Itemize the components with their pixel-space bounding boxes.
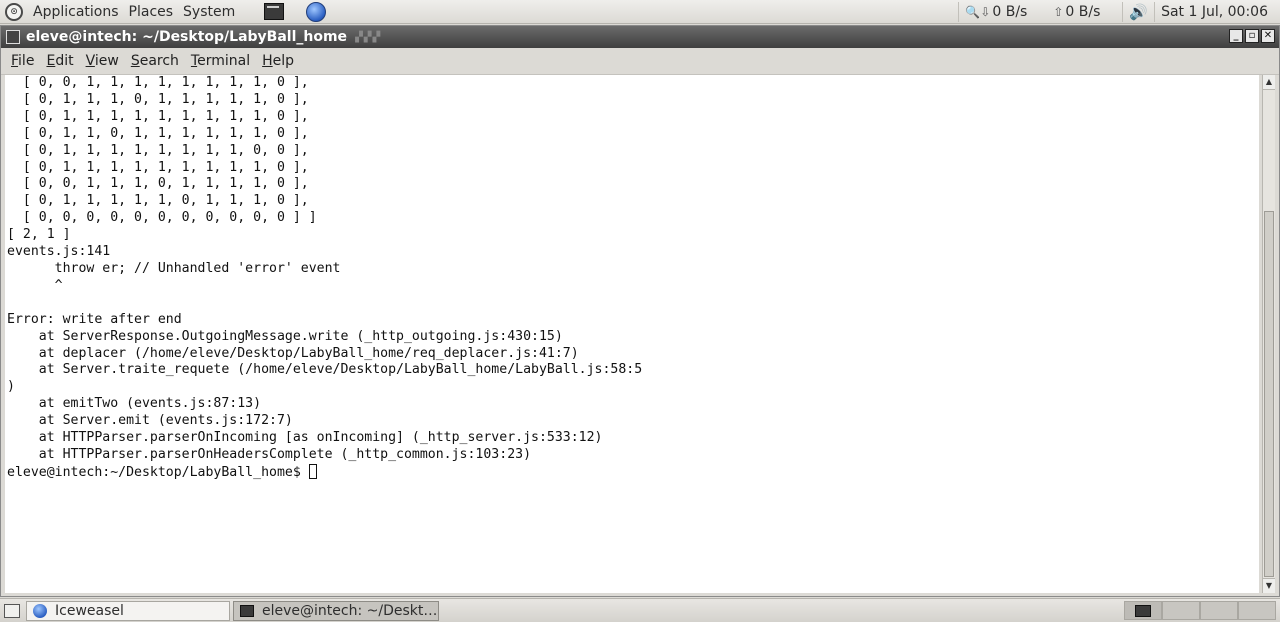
terminal-launcher-icon[interactable] (264, 3, 285, 20)
terminal-line: at ServerResponse.OutgoingMessage.write … (7, 328, 563, 344)
terminal-line: [ 0, 1, 1, 1, 1, 1, 1, 1, 1, 0, 0 ], (7, 142, 309, 158)
terminal-line: events.js:141 (7, 244, 111, 260)
download-arrow-icon: 🔍⇩ (965, 5, 991, 19)
clock[interactable]: Sat 1 Jul, 00:06 (1161, 4, 1280, 20)
terminal-line: [ 0, 0, 1, 1, 1, 1, 1, 1, 1, 1, 0 ], (7, 75, 309, 90)
window-titlebar[interactable]: eleve@intech: ~/Desktop/LabyBall_home ▞▞… (1, 26, 1279, 48)
terminal-line: at HTTPParser.parserOnIncoming [as onInc… (7, 430, 603, 446)
terminal-line: [ 0, 0, 0, 0, 0, 0, 0, 0, 0, 0, 0 ] ] (7, 210, 317, 226)
terminal-line: at Server.traite_requete (/home/eleve/De… (7, 362, 643, 378)
places-menu[interactable]: Places (124, 0, 179, 24)
menu-help[interactable]: Help (256, 53, 300, 69)
scroll-down-arrow-icon[interactable]: ▼ (1263, 578, 1275, 593)
terminal-line: [ 0, 1, 1, 0, 1, 1, 1, 1, 1, 1, 0 ], (7, 125, 309, 141)
workspace-switcher (1124, 601, 1276, 620)
close-button[interactable]: ✕ (1261, 29, 1275, 43)
taskbar-item-terminal[interactable]: eleve@intech: ~/Deskt… (233, 600, 439, 621)
download-speed: 0 B/s (992, 4, 1028, 20)
menu-view[interactable]: View (80, 53, 125, 69)
taskbar-item-iceweasel[interactable]: Iceweasel (26, 600, 230, 621)
menu-search[interactable]: Search (125, 53, 185, 69)
upload-speed: 0 B/s (1065, 4, 1101, 20)
terminal-line: ^ (7, 277, 63, 293)
upload-arrow-icon: ⇧ (1053, 5, 1064, 19)
menu-file[interactable]: File (5, 53, 40, 69)
volume-icon[interactable]: 🔊 (1129, 3, 1148, 21)
titlebar-grip: ▞▞▞ (355, 31, 382, 43)
scrollbar-thumb[interactable] (1264, 211, 1274, 577)
terminal-output[interactable]: [ 0, 0, 1, 1, 1, 1, 1, 1, 1, 1, 0 ], [ 0… (5, 75, 1259, 593)
browser-icon (33, 603, 47, 618)
terminal-text: [ 0, 0, 1, 1, 1, 1, 1, 1, 1, 1, 0 ], [ 0… (5, 75, 1259, 482)
window-title: eleve@intech: ~/Desktop/LabyBall_home (26, 29, 348, 45)
terminal-line: throw er; // Unhandled 'error' event (7, 260, 341, 276)
terminal-line: [ 0, 1, 1, 1, 0, 1, 1, 1, 1, 1, 0 ], (7, 91, 309, 107)
web-browser-launcher-icon[interactable] (306, 1, 327, 22)
terminal-line: at Server.emit (events.js:172:7) (7, 413, 293, 429)
terminal-line: at emitTwo (events.js:87:13) (7, 396, 262, 412)
applications-menu[interactable]: ⊙ Applications (0, 0, 124, 24)
terminal-line: [ 0, 1, 1, 1, 1, 1, 1, 1, 1, 1, 0 ], (7, 108, 309, 124)
menu-terminal[interactable]: Terminal (185, 53, 256, 69)
debian-logo-icon: ⊙ (5, 2, 23, 21)
shell-prompt: eleve@intech:~/Desktop/LabyBall_home$ (7, 464, 309, 480)
terminal-line: [ 0, 1, 1, 1, 1, 1, 0, 1, 1, 1, 0 ], (7, 193, 309, 209)
system-menu[interactable]: System (178, 0, 240, 24)
terminal-line: [ 0, 0, 1, 1, 1, 0, 1, 1, 1, 1, 0 ], (7, 176, 309, 192)
workspace-4[interactable] (1238, 601, 1276, 620)
minimize-button[interactable]: _ (1229, 29, 1243, 43)
terminal-icon (1135, 604, 1151, 617)
terminal-line: [ 0, 1, 1, 1, 1, 1, 1, 1, 1, 1, 0 ], (7, 159, 309, 175)
terminal-window: eleve@intech: ~/Desktop/LabyBall_home ▞▞… (0, 25, 1280, 597)
workspace-1[interactable] (1124, 601, 1162, 620)
terminal-menubar: File Edit View Search Terminal Help (1, 48, 1279, 75)
maximize-button[interactable]: ▫ (1245, 29, 1259, 43)
terminal-scrollbar[interactable]: ▲ ▼ (1262, 75, 1275, 593)
show-desktop-icon[interactable] (4, 603, 20, 618)
terminal-line: at deplacer (/home/eleve/Desktop/LabyBal… (7, 345, 579, 361)
terminal-line: [ 2, 1 ] (7, 227, 71, 243)
terminal-line: ) (7, 379, 15, 395)
workspace-2[interactable] (1162, 601, 1200, 620)
network-monitor[interactable]: 🔍⇩ 0 B/s ⇧ 0 B/s (965, 4, 1100, 20)
bottom-panel: Iceweasel eleve@intech: ~/Deskt… (0, 598, 1280, 622)
text-cursor (308, 463, 317, 479)
terminal-icon (240, 604, 254, 617)
scroll-up-arrow-icon[interactable]: ▲ (1263, 75, 1275, 90)
terminal-line: at HTTPParser.parserOnHeadersComplete (_… (7, 446, 532, 462)
window-menu-icon[interactable] (6, 30, 20, 44)
top-panel: ⊙ Applications Places System 🔍⇩ 0 B/s ⇧ … (0, 0, 1280, 24)
menu-edit[interactable]: Edit (40, 53, 79, 69)
terminal-line: Error: write after end (7, 311, 182, 327)
workspace-3[interactable] (1200, 601, 1238, 620)
